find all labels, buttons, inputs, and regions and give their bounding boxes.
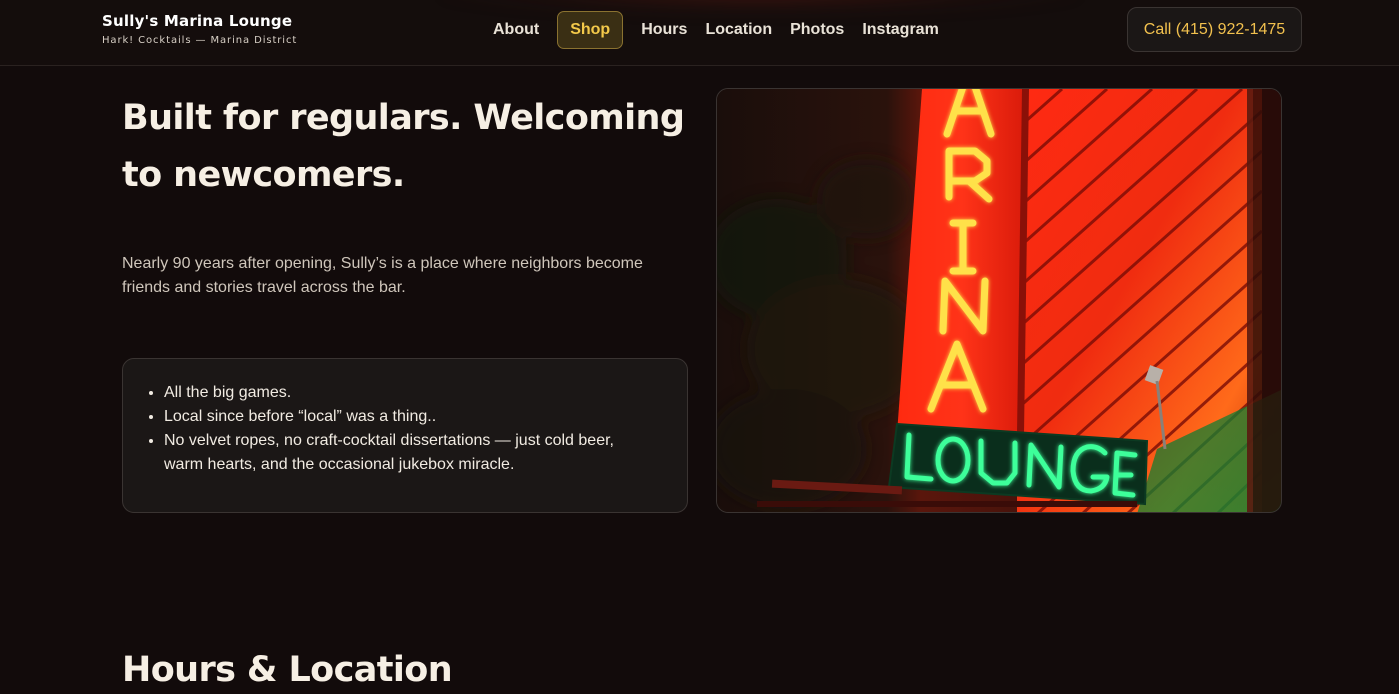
marina-lounge-sign-photo — [716, 88, 1282, 513]
nav-location[interactable]: Location — [696, 11, 781, 49]
nav-about[interactable]: About — [484, 11, 548, 49]
feature-item: Local since before “local” was a thing.. — [164, 405, 657, 429]
nav-photos[interactable]: Photos — [781, 11, 853, 49]
brand-title: Sully's Marina Lounge — [102, 12, 293, 30]
brand-home-link[interactable]: Sully's Marina Lounge Hark! Cocktails — … — [102, 12, 297, 46]
nav-instagram[interactable]: Instagram — [853, 11, 947, 49]
hero-title: Built for regulars. Welcoming to newcome… — [122, 98, 685, 195]
feature-item: No velvet ropes, no craft-cocktail disse… — [164, 429, 657, 477]
nav-shop[interactable]: Shop — [557, 11, 624, 49]
brand-subtitle: Hark! Cocktails — Marina District — [102, 35, 298, 46]
site-header: Sully's Marina Lounge Hark! Cocktails — … — [0, 0, 1399, 66]
features-card: All the big games. Local since before “l… — [122, 358, 688, 513]
main-nav: About Shop Hours Location Photos Instagr… — [484, 11, 948, 49]
feature-item: All the big games. — [164, 381, 657, 405]
hero-lead: Nearly 90 years after opening, Sully’s i… — [122, 255, 643, 296]
call-button[interactable]: Call (415) 922-1475 — [1127, 7, 1302, 52]
features-list: All the big games. Local since before “l… — [146, 381, 657, 477]
nav-hours[interactable]: Hours — [632, 11, 696, 49]
